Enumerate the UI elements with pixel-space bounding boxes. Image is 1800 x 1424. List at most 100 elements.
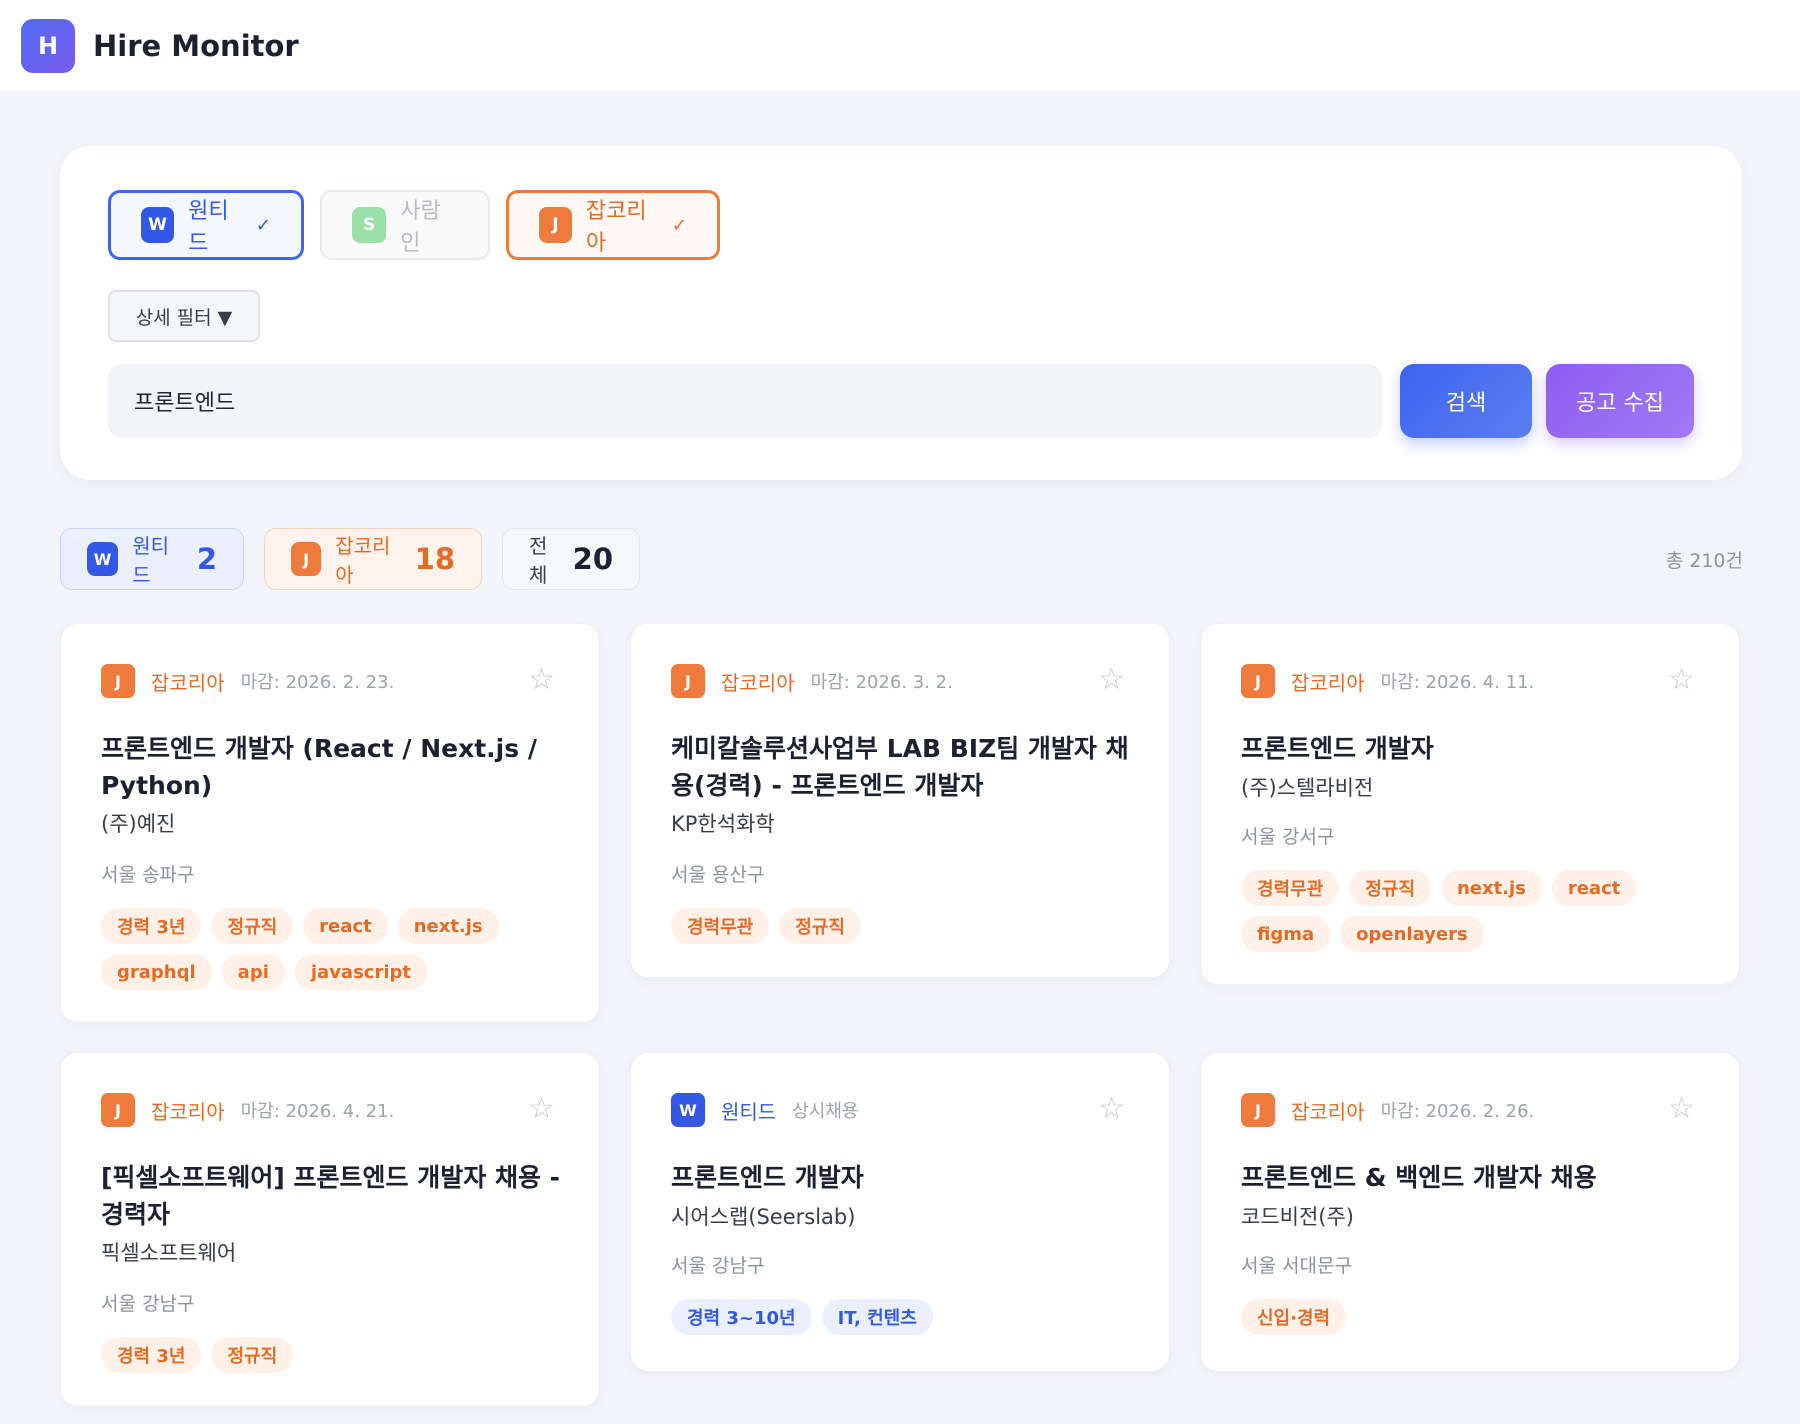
- tag: figma: [1241, 916, 1331, 952]
- app-header: H Hire Monitor: [0, 0, 1800, 92]
- card-tags: 경력무관 정규직: [671, 908, 1141, 944]
- card-title[interactable]: 프론트엔드 개발자: [1241, 730, 1701, 767]
- card-deadline: 마감: 2026. 2. 23.: [240, 672, 395, 693]
- stat-count: 2: [196, 542, 217, 576]
- card-company: 코드비전(주): [1241, 1205, 1354, 1229]
- check-icon: ✓: [671, 214, 687, 236]
- card-source: 잡코리아: [151, 1099, 225, 1124]
- card-deadline: 마감: 2026. 2. 26.: [1380, 1101, 1535, 1122]
- search-input[interactable]: [108, 364, 1382, 438]
- jobkorea-logo-icon: J: [1241, 664, 1275, 698]
- source-toggle-label: 사람인: [400, 199, 441, 256]
- tag: 경력 3~10년: [671, 1299, 812, 1335]
- wanted-logo-icon: W: [87, 542, 119, 576]
- card-company: (주)스텔라비전: [1241, 776, 1374, 800]
- jobkorea-logo-icon: J: [1241, 1093, 1275, 1127]
- source-toggle-label: 잡코리아: [585, 199, 647, 256]
- source-toggle-wanted[interactable]: W 원티드 ✓: [108, 190, 304, 260]
- tag: 경력무관: [1241, 870, 1340, 906]
- card-tags: 경력 3년 정규직: [101, 1337, 571, 1373]
- card-header: J 잡코리아 마감: 2026. 2. 26.: [1241, 1093, 1534, 1127]
- search-button[interactable]: 검색: [1400, 364, 1532, 438]
- tag: javascript: [294, 954, 427, 990]
- collect-jobs-button[interactable]: 공고 수집: [1546, 364, 1694, 438]
- total-count: 총 210건: [1665, 550, 1743, 572]
- jobkorea-logo-icon: J: [101, 664, 135, 698]
- card-location: 서울 용산구: [671, 864, 765, 886]
- tag: next.js: [1440, 870, 1542, 906]
- wanted-logo-icon: W: [671, 1093, 705, 1127]
- tag: 경력 3년: [101, 1337, 202, 1373]
- tag: 정규직: [211, 908, 294, 944]
- tag: api: [221, 954, 285, 990]
- job-card[interactable]: J 잡코리아 마감: 2026. 2. 23. ☆ 프론트엔드 개발자 (Rea…: [60, 623, 600, 1023]
- card-title[interactable]: 프론트엔드 개발자: [671, 1159, 1131, 1196]
- tag: react: [303, 908, 388, 944]
- card-company: 픽셀소프트웨어: [101, 1241, 237, 1265]
- card-source: 잡코리아: [1291, 1099, 1365, 1124]
- card-location: 서울 송파구: [101, 864, 195, 886]
- tag: 정규직: [779, 908, 861, 944]
- stat-label: 원티드: [132, 534, 169, 587]
- job-card[interactable]: J 잡코리아 마감: 2026. 2. 26. ☆ 프론트엔드 & 백엔드 개발…: [1200, 1052, 1740, 1372]
- detail-filter-button[interactable]: 상세 필터 ▼: [108, 290, 260, 342]
- tag: 정규직: [1349, 870, 1431, 906]
- stat-label: 잡코리아: [335, 534, 391, 587]
- card-tags: 신입·경력: [1241, 1299, 1711, 1335]
- source-toggle-jobkorea[interactable]: J 잡코리아 ✓: [506, 190, 720, 260]
- card-location: 서울 강남구: [101, 1293, 195, 1315]
- tag: openlayers: [1340, 916, 1484, 952]
- wanted-logo-icon: W: [141, 207, 175, 243]
- card-location: 서울 강남구: [671, 1255, 765, 1277]
- card-company: 시어스랩(Seerslab): [671, 1205, 856, 1229]
- jobkorea-logo-icon: J: [539, 207, 572, 243]
- bookmark-star-icon[interactable]: ☆: [1668, 1091, 1695, 1126]
- card-deadline: 마감: 2026. 3. 2.: [810, 672, 953, 693]
- card-source: 잡코리아: [721, 670, 795, 695]
- job-card[interactable]: J 잡코리아 마감: 2026. 4. 11. ☆ 프론트엔드 개발자 (주)스…: [1200, 623, 1740, 985]
- stat-label: 전체: [529, 534, 548, 587]
- stat-jobkorea[interactable]: J 잡코리아 18: [264, 528, 482, 590]
- card-header: J 잡코리아 마감: 2026. 4. 11.: [1241, 664, 1534, 698]
- card-deadline: 마감: 2026. 4. 11.: [1380, 672, 1535, 693]
- card-title[interactable]: 케미칼솔루션사업부 LAB BIZ팀 개발자 채용(경력) - 프론트엔드 개발…: [671, 730, 1131, 804]
- tag: next.js: [397, 908, 499, 944]
- card-tags: 경력 3년 정규직 react next.js graphql api java…: [101, 908, 571, 990]
- stat-wanted[interactable]: W 원티드 2: [60, 528, 244, 590]
- card-tags: 경력무관 정규직 next.js react figma openlayers: [1241, 870, 1711, 952]
- card-title[interactable]: [픽셀소프트웨어] 프론트엔드 개발자 채용 - 경력자: [101, 1159, 561, 1233]
- card-deadline: 상시채용: [792, 1101, 859, 1122]
- job-card[interactable]: J 잡코리아 마감: 2026. 4. 21. ☆ [픽셀소프트웨어] 프론트엔…: [60, 1052, 600, 1407]
- bookmark-star-icon[interactable]: ☆: [1098, 662, 1125, 697]
- source-toggle-label: 원티드: [188, 199, 229, 256]
- card-header: J 잡코리아 마감: 2026. 3. 2.: [671, 664, 953, 698]
- card-company: (주)예진: [101, 812, 176, 836]
- bookmark-star-icon[interactable]: ☆: [1668, 662, 1695, 697]
- stat-all[interactable]: 전체 20: [502, 528, 640, 590]
- card-header: J 잡코리아 마감: 2026. 4. 21.: [101, 1093, 394, 1127]
- card-title[interactable]: 프론트엔드 & 백엔드 개발자 채용: [1241, 1159, 1701, 1196]
- search-panel: W 원티드 ✓ S 사람인 J 잡코리아 ✓ 상세 필터 ▼ 검색 공고 수집: [60, 146, 1742, 480]
- app-logo[interactable]: H: [21, 18, 75, 73]
- bookmark-star-icon[interactable]: ☆: [528, 662, 555, 697]
- card-source: 잡코리아: [1291, 670, 1365, 695]
- saramin-logo-icon: S: [352, 207, 387, 243]
- card-source: 원티드: [721, 1099, 777, 1124]
- bookmark-star-icon[interactable]: ☆: [1098, 1091, 1125, 1126]
- bookmark-star-icon[interactable]: ☆: [528, 1091, 555, 1126]
- check-icon: ✓: [255, 214, 271, 236]
- tag: 신입·경력: [1241, 1299, 1347, 1335]
- jobkorea-logo-icon: J: [671, 664, 705, 698]
- source-toggle-saramin[interactable]: S 사람인: [320, 190, 490, 260]
- card-deadline: 마감: 2026. 4. 21.: [240, 1101, 395, 1122]
- jobkorea-logo-icon: J: [101, 1093, 135, 1127]
- job-card[interactable]: J 잡코리아 마감: 2026. 3. 2. ☆ 케미칼솔루션사업부 LAB B…: [630, 623, 1170, 978]
- job-card[interactable]: W 원티드 상시채용 ☆ 프론트엔드 개발자 시어스랩(Seerslab) 서울…: [630, 1052, 1170, 1372]
- app-title: Hire Monitor: [93, 28, 299, 63]
- card-header: J 잡코리아 마감: 2026. 2. 23.: [101, 664, 394, 698]
- card-title[interactable]: 프론트엔드 개발자 (React / Next.js / Python): [101, 730, 561, 804]
- jobkorea-logo-icon: J: [291, 542, 322, 576]
- card-tags: 경력 3~10년 IT, 컨텐츠: [671, 1299, 1141, 1335]
- tag: graphql: [101, 954, 212, 990]
- tag: react: [1551, 870, 1637, 906]
